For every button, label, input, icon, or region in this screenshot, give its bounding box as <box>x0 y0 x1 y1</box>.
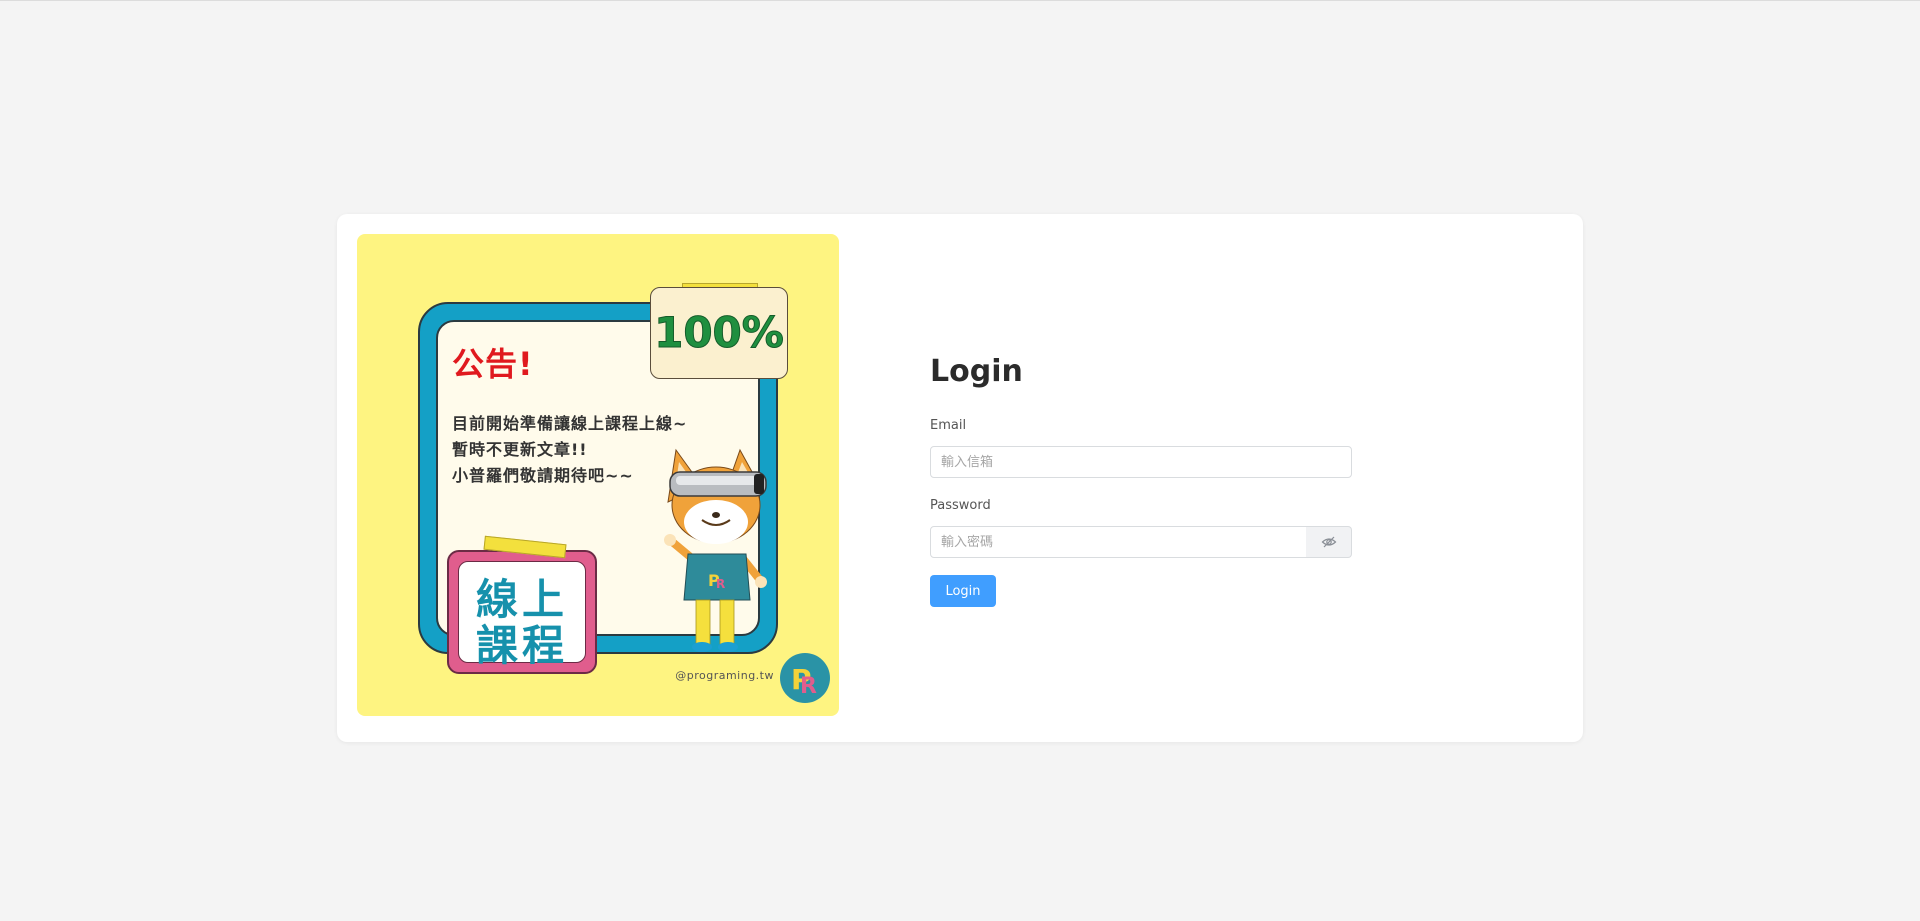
email-label: Email <box>930 418 967 433</box>
percent-card: 100% <box>650 287 788 379</box>
announcement-line-3: 小普羅們敬請期待吧~~ <box>452 466 634 485</box>
corgi-mascot-illustration: P R <box>664 448 767 652</box>
announcement-image: 公告! 目前開始準備讓線上課程上線~ 暫時不更新文章!! 小普羅們敬請期待吧~~… <box>357 234 839 716</box>
programing-logo: P R <box>780 653 830 703</box>
svg-text:R: R <box>800 674 817 699</box>
login-button[interactable]: Login <box>930 575 996 607</box>
top-border <box>0 0 1920 1</box>
svg-text:R: R <box>716 577 725 591</box>
course-line-2: 課程 <box>475 621 568 670</box>
login-title: Login <box>930 354 1023 389</box>
social-handle: @programing.tw <box>675 669 774 682</box>
eye-off-icon <box>1321 536 1336 548</box>
announcement-line-2: 暫時不更新文章!! <box>452 440 588 459</box>
password-visibility-toggle[interactable] <box>1306 526 1352 558</box>
course-card: 線上 課程 <box>447 550 597 674</box>
announcement-title: 公告! <box>452 345 534 383</box>
password-input[interactable] <box>930 526 1307 558</box>
login-card: 公告! 目前開始準備讓線上課程上線~ 暫時不更新文章!! 小普羅們敬請期待吧~~… <box>337 214 1583 742</box>
password-label: Password <box>930 498 991 513</box>
percent-text: 100% <box>654 308 785 358</box>
email-input[interactable] <box>930 446 1352 478</box>
announcement-line-1: 目前開始準備讓線上課程上線~ <box>452 414 688 433</box>
